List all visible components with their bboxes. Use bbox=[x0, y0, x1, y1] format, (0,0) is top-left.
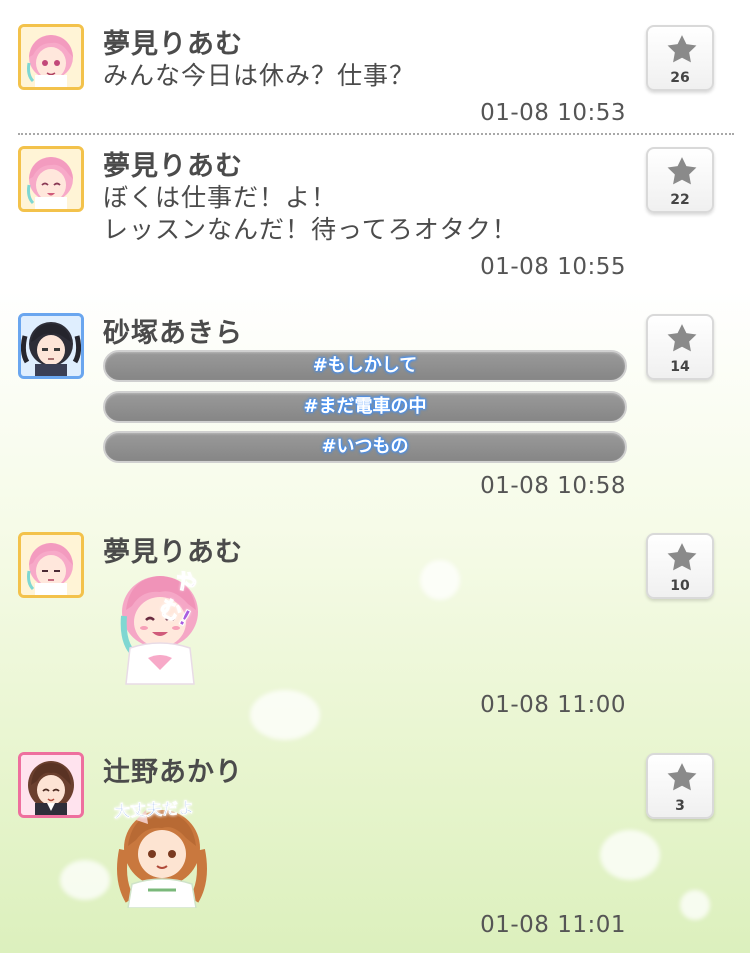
avatar[interactable] bbox=[18, 24, 84, 90]
riamu-avatar-icon bbox=[21, 149, 81, 209]
message-text: ぼくは仕事だ！よ！ レッスンなんだ！待ってろオタク！ bbox=[103, 182, 518, 246]
star-icon bbox=[667, 35, 697, 63]
sticker-caption: 大丈夫だよ bbox=[113, 797, 195, 822]
star-button[interactable]: 26 bbox=[646, 25, 714, 91]
star-button[interactable]: 10 bbox=[646, 533, 714, 599]
message-text: みんな今日は休み？仕事？ bbox=[103, 60, 415, 92]
background-sparkle bbox=[60, 860, 110, 900]
timestamp: 01-08 11:00 bbox=[480, 692, 626, 718]
akira-avatar-icon bbox=[21, 316, 81, 376]
timestamp: 01-08 10:53 bbox=[480, 100, 626, 126]
hashtag-button[interactable]: #もしかして bbox=[103, 350, 627, 382]
background-sparkle bbox=[250, 690, 320, 740]
star-count: 22 bbox=[670, 192, 690, 208]
background-sparkle bbox=[680, 890, 710, 920]
sender-name: 夢見りあむ bbox=[103, 537, 243, 568]
star-button[interactable]: 3 bbox=[646, 753, 714, 819]
star-count: 3 bbox=[675, 798, 685, 814]
akari-avatar-icon bbox=[21, 755, 81, 815]
star-button[interactable]: 14 bbox=[646, 314, 714, 380]
riamu-avatar-icon bbox=[21, 27, 81, 87]
timestamp: 01-08 10:55 bbox=[480, 254, 626, 280]
sticker-image[interactable]: 大丈夫だよ bbox=[108, 790, 218, 909]
riamu-avatar-icon bbox=[21, 535, 81, 595]
hashtag-button[interactable]: #いつもの bbox=[103, 431, 627, 463]
avatar[interactable] bbox=[18, 313, 84, 379]
star-icon bbox=[667, 324, 697, 352]
star-icon bbox=[667, 763, 697, 791]
avatar[interactable] bbox=[18, 532, 84, 598]
background-sparkle bbox=[420, 560, 460, 600]
star-button[interactable]: 22 bbox=[646, 147, 714, 213]
star-icon bbox=[667, 157, 697, 185]
star-count: 26 bbox=[670, 70, 690, 86]
message-line: レッスンなんだ！待ってろオタク！ bbox=[103, 215, 518, 244]
star-count: 14 bbox=[670, 359, 690, 375]
divider bbox=[18, 133, 734, 135]
sender-name: 夢見りあむ bbox=[103, 151, 243, 182]
background-sparkle bbox=[600, 830, 660, 880]
message-line: みんな今日は休み？仕事？ bbox=[103, 61, 416, 90]
timestamp: 01-08 10:58 bbox=[480, 473, 626, 499]
sender-name: 砂塚あきら bbox=[103, 318, 243, 349]
star-icon bbox=[667, 543, 697, 571]
message-line: ぼくは仕事だ！よ！ bbox=[103, 183, 338, 212]
avatar[interactable] bbox=[18, 146, 84, 212]
avatar[interactable] bbox=[18, 752, 84, 818]
timestamp: 01-08 11:01 bbox=[480, 912, 626, 938]
sticker-image[interactable]: やむ! bbox=[108, 566, 218, 686]
sender-name: 辻野あかり bbox=[103, 757, 243, 788]
sender-name: 夢見りあむ bbox=[103, 29, 243, 60]
star-count: 10 bbox=[670, 578, 690, 594]
hashtag-button[interactable]: #まだ電車の中 bbox=[103, 391, 627, 423]
